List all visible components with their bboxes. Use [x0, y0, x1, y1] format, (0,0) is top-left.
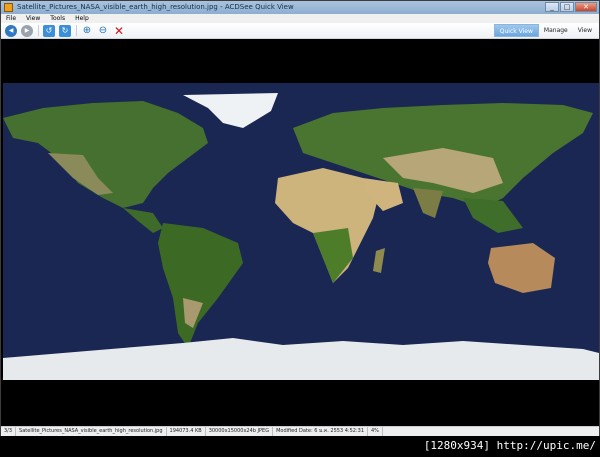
- window-controls: _ □ ✕: [544, 2, 597, 13]
- toolbar-separator: [76, 25, 77, 36]
- image-viewer[interactable]: [1, 39, 599, 426]
- menu-help[interactable]: Help: [70, 14, 94, 23]
- close-window-button[interactable]: ✕: [575, 2, 597, 12]
- status-index: 3/3: [1, 427, 17, 436]
- status-bar: 3/3 Satellite_Pictures_NASA_visible_eart…: [1, 426, 599, 436]
- close-icon[interactable]: ✕: [113, 25, 125, 37]
- title-bar[interactable]: Satellite_Pictures_NASA_visible_earth_hi…: [1, 1, 599, 14]
- tab-quick-view[interactable]: Quick View: [493, 24, 539, 37]
- tab-view[interactable]: View: [573, 24, 597, 37]
- tab-manage[interactable]: Manage: [539, 24, 573, 37]
- app-icon: [4, 3, 13, 12]
- menu-file[interactable]: File: [1, 14, 21, 23]
- status-filename: Satellite_Pictures_NASA_visible_earth_hi…: [16, 427, 167, 436]
- next-icon[interactable]: ▶: [21, 24, 33, 37]
- menu-tools[interactable]: Tools: [45, 14, 70, 23]
- zoom-in-icon[interactable]: ⊕: [81, 25, 93, 37]
- status-filesize: 194073.4 KB: [167, 427, 206, 436]
- rotate-left-icon[interactable]: ↺: [43, 24, 55, 37]
- status-zoom: 4%: [368, 427, 383, 436]
- toolbar-separator: [38, 25, 39, 36]
- status-dimensions: 30000x15000x24b JPEG: [206, 427, 274, 436]
- maximize-button[interactable]: □: [560, 2, 574, 12]
- window-title: Satellite_Pictures_NASA_visible_earth_hi…: [17, 3, 294, 11]
- zoom-out-icon[interactable]: ⊖: [97, 25, 109, 37]
- watermark-text: [1280x934] http://upic.me/: [423, 439, 596, 452]
- menu-view[interactable]: View: [21, 14, 45, 23]
- menu-bar: File View Tools Help: [1, 14, 599, 23]
- mode-tabs: Quick View Manage View: [493, 24, 597, 37]
- previous-icon[interactable]: ◀: [5, 24, 17, 37]
- app-window: Satellite_Pictures_NASA_visible_earth_hi…: [0, 0, 600, 436]
- rotate-right-icon[interactable]: ↻: [59, 24, 71, 37]
- world-map-image: [3, 83, 599, 380]
- status-modified-date: Modified Date: 6 ม.ค. 2553 4:52:31: [273, 427, 368, 436]
- toolbar: ◀ ▶ ↺ ↻ ⊕ ⊖ ✕ Quick View Manage View: [1, 23, 599, 39]
- minimize-button[interactable]: _: [545, 2, 559, 12]
